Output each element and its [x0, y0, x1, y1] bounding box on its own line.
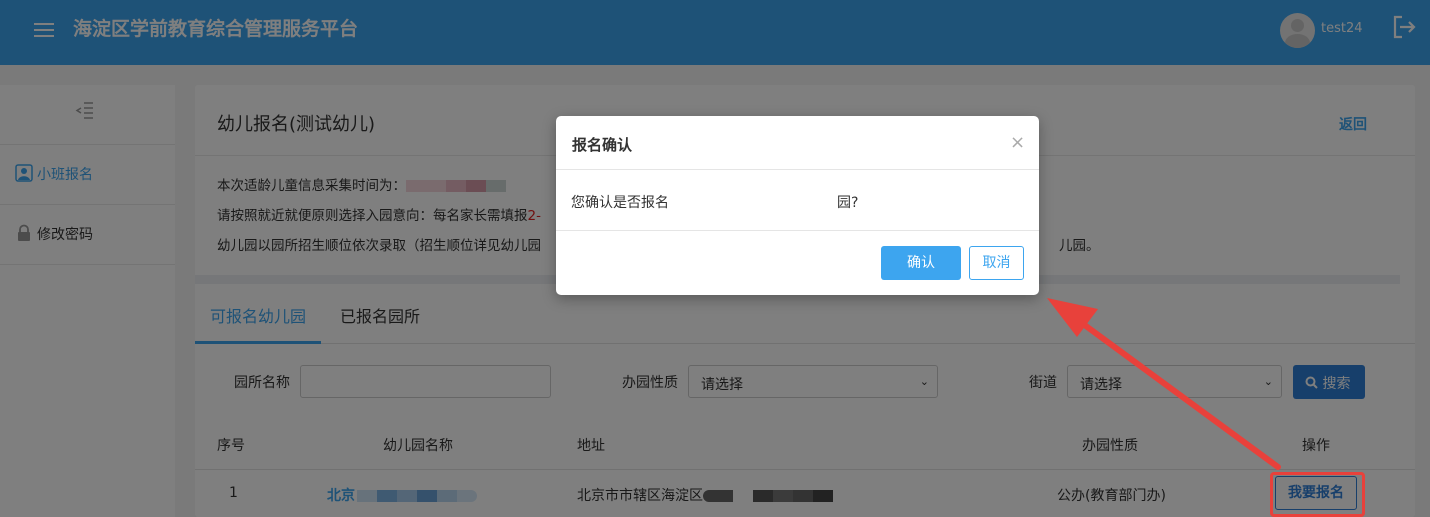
confirm-button[interactable]: 确认 [881, 246, 961, 280]
dialog-message-suffix: 园? [837, 195, 859, 211]
close-icon[interactable]: × [1010, 132, 1025, 153]
divider [556, 230, 1039, 231]
annotation-highlight-box [1270, 472, 1365, 517]
dialog-title: 报名确认 [572, 136, 633, 154]
enroll-confirm-dialog: 报名确认 × 您确认是否报名 园? 确认 取消 [556, 116, 1039, 295]
cancel-button[interactable]: 取消 [969, 246, 1024, 280]
divider [556, 169, 1039, 170]
dialog-message: 您确认是否报名 [571, 195, 669, 211]
